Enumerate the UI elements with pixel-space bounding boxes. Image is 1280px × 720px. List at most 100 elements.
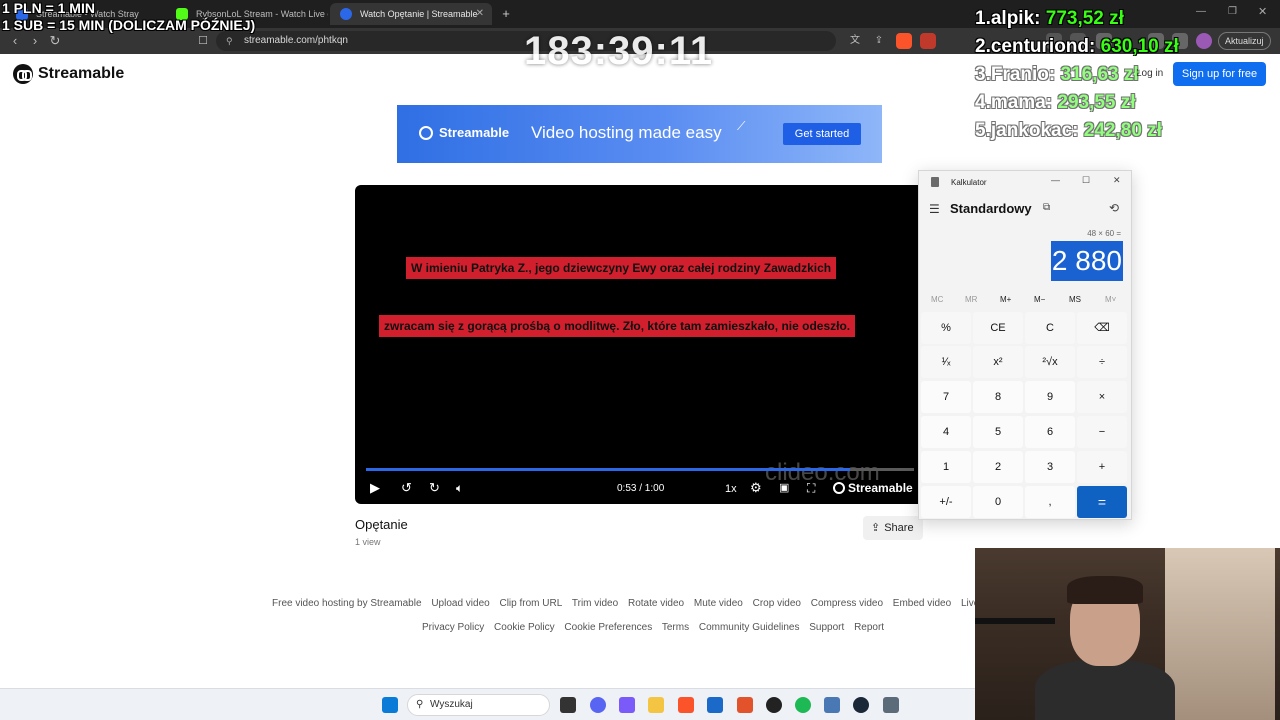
tab-streamable-opetanie[interactable]: Watch Opętanie | Streamable ✕ — [330, 3, 492, 25]
close-window-icon[interactable]: ✕ — [1258, 5, 1267, 18]
streamable-logo[interactable]: Streamable — [13, 64, 124, 84]
footer-link[interactable]: Trim video — [572, 598, 618, 609]
footer-link[interactable]: Mute video — [694, 598, 743, 609]
key-1[interactable]: 1 — [921, 451, 971, 483]
translate-icon[interactable]: 文 — [846, 32, 864, 50]
login-link[interactable]: Log in — [1136, 68, 1163, 79]
settings-gear-icon[interactable]: ⚙ — [750, 481, 762, 495]
footer-link[interactable]: Compress video — [811, 598, 883, 609]
memory-clear-button[interactable]: MC — [931, 295, 943, 304]
key-percent[interactable]: % — [921, 312, 971, 344]
player-logo[interactable]: Streamable — [833, 481, 913, 495]
key-backspace[interactable]: ⌫ — [1077, 312, 1127, 344]
brave-icon[interactable] — [678, 697, 694, 713]
key-multiply[interactable]: × — [1077, 381, 1127, 413]
key-equals[interactable]: = — [1077, 486, 1127, 518]
new-tab-button[interactable]: + — [494, 3, 518, 25]
site-info-icon[interactable]: ⚲ — [226, 31, 233, 51]
footer-link[interactable]: Community Guidelines — [699, 622, 800, 633]
footer-link[interactable]: Rotate video — [628, 598, 684, 609]
key-7[interactable]: 7 — [921, 381, 971, 413]
key-9[interactable]: 9 — [1025, 381, 1075, 413]
key-divide[interactable]: ÷ — [1077, 346, 1127, 378]
start-icon[interactable] — [382, 697, 398, 713]
taskbar-search[interactable]: ⚲ Wyszukaj — [407, 694, 550, 716]
forward-skip-icon[interactable]: ↻ — [429, 481, 440, 495]
memory-recall-button[interactable]: MR — [965, 295, 977, 304]
discord-icon[interactable] — [590, 697, 606, 713]
key-subtract[interactable]: − — [1077, 416, 1127, 448]
key-decimal[interactable]: , — [1025, 486, 1075, 518]
obs-icon[interactable] — [766, 697, 782, 713]
picture-in-picture-icon[interactable]: ▣ — [779, 481, 789, 495]
brave-shields-icon[interactable] — [896, 33, 912, 49]
play-icon[interactable]: ▶ — [370, 481, 380, 495]
footer-link[interactable]: Cookie Policy — [494, 622, 555, 633]
key-reciprocal[interactable]: ¹⁄ₓ — [921, 346, 971, 378]
key-4[interactable]: 4 — [921, 416, 971, 448]
minimize-window-icon[interactable]: — — [1196, 6, 1206, 17]
keep-on-top-icon[interactable]: ⧉ — [1043, 202, 1050, 213]
key-5[interactable]: 5 — [973, 416, 1023, 448]
calculator-window[interactable]: Kalkulator — ☐ ✕ ☰ Standardowy ⧉ ⟲ 48 × … — [918, 170, 1132, 520]
maximize-icon[interactable]: ☐ — [1082, 175, 1090, 186]
memory-add-button[interactable]: M+ — [1000, 295, 1011, 304]
profile-avatar[interactable] — [1196, 33, 1212, 49]
file-explorer-icon[interactable] — [648, 697, 664, 713]
progress-bar[interactable] — [366, 468, 914, 471]
footer-link[interactable]: Cookie Preferences — [564, 622, 652, 633]
close-icon[interactable]: ✕ — [1113, 175, 1121, 186]
notepad-icon[interactable] — [824, 697, 840, 713]
update-button[interactable]: Aktualizuj — [1218, 32, 1271, 50]
footer-link[interactable]: Free video hosting by Streamable — [272, 598, 422, 609]
key-clear-entry[interactable]: CE — [973, 312, 1023, 344]
brave-rewards-icon[interactable] — [920, 33, 936, 49]
footer-link[interactable]: Support — [809, 622, 844, 633]
key-square-root[interactable]: ²√x — [1025, 346, 1075, 378]
store-icon[interactable] — [707, 697, 723, 713]
footer-link[interactable]: Upload video — [431, 598, 489, 609]
key-6[interactable]: 6 — [1025, 416, 1075, 448]
key-8[interactable]: 8 — [973, 381, 1023, 413]
copilot-icon[interactable] — [619, 697, 635, 713]
share-button[interactable]: ⇪ Share — [863, 516, 923, 540]
back-icon[interactable]: ‹ — [6, 32, 24, 50]
promo-banner[interactable]: Streamable Video hosting made easy ⟋ Get… — [397, 105, 882, 163]
key-negate[interactable]: +/- — [921, 486, 971, 518]
key-2[interactable]: 2 — [973, 451, 1023, 483]
close-tab-icon[interactable]: ✕ — [476, 3, 484, 25]
footer-link[interactable]: Report — [854, 622, 884, 633]
key-3[interactable]: 3 — [1025, 451, 1075, 483]
key-add[interactable]: + — [1077, 451, 1127, 483]
reload-icon[interactable]: ↻ — [46, 32, 64, 50]
playback-speed-button[interactable]: 1x — [725, 483, 737, 495]
maximize-window-icon[interactable]: ❐ — [1228, 6, 1237, 17]
memory-list-button[interactable]: M˅ — [1105, 295, 1116, 304]
footer-link[interactable]: Privacy Policy — [422, 622, 484, 633]
signup-button[interactable]: Sign up for free — [1173, 62, 1266, 86]
footer-link[interactable]: Crop video — [753, 598, 801, 609]
spotify-icon[interactable] — [795, 697, 811, 713]
key-square[interactable]: x² — [973, 346, 1023, 378]
history-icon[interactable]: ⟲ — [1109, 201, 1119, 215]
steam-icon[interactable] — [853, 697, 869, 713]
footer-link[interactable]: Terms — [662, 622, 689, 633]
calculator-taskbar-icon[interactable] — [883, 697, 899, 713]
hamburger-menu-icon[interactable]: ☰ — [929, 202, 940, 216]
memory-store-button[interactable]: MS — [1069, 295, 1081, 304]
bookmark-icon[interactable]: ☐ — [194, 32, 212, 50]
key-clear[interactable]: C — [1025, 312, 1075, 344]
fullscreen-icon[interactable]: ⛶ — [807, 481, 815, 495]
footer-link[interactable]: Clip from URL — [499, 598, 562, 609]
share-page-icon[interactable]: ⇪ — [870, 32, 888, 50]
get-started-button[interactable]: Get started — [783, 123, 861, 145]
minimize-icon[interactable]: — — [1051, 175, 1060, 185]
task-view-icon[interactable] — [560, 697, 576, 713]
brave-active-icon[interactable] — [737, 697, 753, 713]
memory-subtract-button[interactable]: M− — [1034, 295, 1045, 304]
forward-icon[interactable]: › — [26, 32, 44, 50]
key-0[interactable]: 0 — [973, 486, 1023, 518]
footer-link[interactable]: Embed video — [893, 598, 951, 609]
video-player[interactable]: W imieniu Patryka Z., jego dziewczyny Ew… — [355, 185, 918, 504]
volume-icon[interactable]: 🔈︎ — [456, 481, 463, 495]
